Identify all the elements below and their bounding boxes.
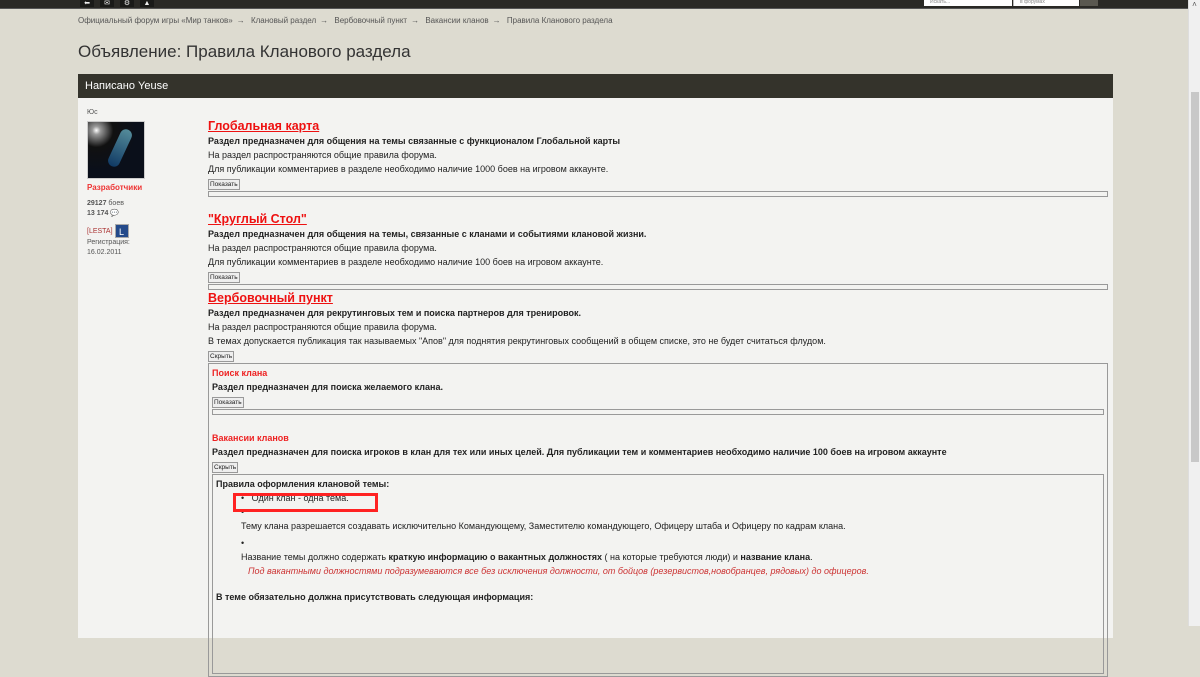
rule-text: ( на которые требуются люди) и (602, 552, 741, 562)
breadcrumb-link[interactable]: Вербовочный пункт (334, 16, 407, 25)
section-line: На раздел распространяются общие правила… (208, 150, 437, 160)
battles-count: 29127 (87, 200, 107, 207)
separator: → (411, 16, 420, 25)
separator: → (320, 16, 329, 25)
spoiler-show-button[interactable]: Показать (208, 272, 240, 283)
spoiler-show-button[interactable]: Показать (212, 397, 244, 408)
scroll-thumb[interactable] (1191, 92, 1199, 462)
rules-title: Правила оформления клановой темы: (216, 479, 390, 489)
clan-tag[interactable]: [LESTA] (87, 228, 113, 235)
mail-icon[interactable]: ✉ (100, 0, 114, 7)
subsection-desc: Раздел предназначен для поиска желаемого… (212, 382, 443, 392)
spoiler-hide-button[interactable]: Скрыть (208, 351, 235, 362)
rules-box: Правила оформления клановой темы: • Один… (212, 474, 1104, 674)
rule-item: • Название темы должно содержать краткую … (241, 538, 813, 562)
subsection-desc: Раздел предназначен для поиска игроков в… (212, 447, 947, 457)
scrollbar[interactable]: ˄ (1188, 0, 1200, 626)
avatar[interactable] (87, 121, 145, 179)
highlight-annotation (233, 493, 378, 512)
section-desc: Раздел предназначен для рекрутинговых те… (208, 308, 582, 318)
section-title[interactable]: "Круглый Стол" (208, 211, 1108, 227)
breadcrumb-current: Правила Кланового раздела (506, 16, 613, 25)
search-scope-select[interactable]: в форумах (1013, 0, 1079, 6)
section-line: На раздел распространяются общие правила… (208, 243, 437, 253)
back-icon[interactable]: ⬅ (80, 0, 94, 7)
section-line: В темах допускается публикация так назыв… (208, 336, 826, 346)
separator: → (236, 16, 245, 25)
section-title[interactable]: Глобальная карта (208, 118, 1108, 134)
post-content: Глобальная карта Раздел предназначен для… (208, 118, 1108, 677)
subsection-title: Вакансии кланов (212, 433, 289, 443)
posts-count: 13 174 (87, 210, 109, 217)
gear-icon[interactable]: ⚙ (120, 0, 134, 7)
user-icon[interactable]: ▲ (140, 0, 154, 7)
spoiler-box (208, 191, 1108, 197)
rule-note: Под вакантными должностями подразумевают… (248, 566, 869, 576)
section-desc: Раздел предназначен для общения на темы,… (208, 229, 647, 239)
comment-icon: 💬 (110, 210, 120, 217)
rule-text: . (810, 552, 813, 562)
top-bar: ⬅ ✉ ⚙ ▲ Искать... в форумах (0, 0, 1188, 9)
breadcrumb: Официальный форум игры «Мир танков» → Кла… (78, 16, 617, 25)
username[interactable]: Юс (87, 108, 197, 118)
scroll-up-icon[interactable]: ˄ (1189, 0, 1200, 9)
reg-label: Регистрация: (87, 239, 130, 246)
spoiler-hide-button[interactable]: Скрыть (212, 462, 239, 473)
section-desc: Раздел предназначен для общения на темы … (208, 136, 621, 146)
user-group: Разработчики (87, 183, 143, 192)
subsection-title: Поиск клана (212, 368, 268, 378)
required-info-title: В теме обязательно должна присутствовать… (216, 592, 534, 602)
section-line: Для публикации комментариев в разделе не… (208, 257, 604, 267)
rule-text: Тему клана разрешается создавать исключи… (241, 521, 846, 531)
battles-label: боев (108, 200, 124, 207)
section-line: На раздел распространяются общие правила… (208, 322, 437, 332)
search-input[interactable]: Искать... (924, 0, 1012, 6)
rule-bold: краткую информацию о вакантных должностя… (388, 552, 603, 562)
post-header: Написано Yeuse (78, 74, 1113, 98)
section-title[interactable]: Вербовочный пункт (208, 290, 1108, 306)
breadcrumb-link[interactable]: Вакансии кланов (425, 16, 488, 25)
post-body: Юс Разработчики 29127 боев 13 174 💬 [LES… (78, 98, 1113, 677)
separator: → (492, 16, 501, 25)
user-info: Юс Разработчики 29127 боев 13 174 💬 [LES… (87, 108, 197, 258)
spoiler-content: Поиск клана Раздел предназначен для поис… (208, 363, 1108, 677)
clan-badge[interactable]: L (114, 224, 129, 238)
rule-text: Название темы должно содержать (241, 552, 389, 562)
reg-date: 16.02.2011 (87, 249, 122, 256)
page-title: Объявление: Правила Кланового раздела (78, 42, 411, 61)
breadcrumb-link[interactable]: Клановый раздел (251, 16, 316, 25)
spoiler-show-button[interactable]: Показать (208, 179, 240, 190)
section-line: Для публикации комментариев в разделе не… (208, 164, 609, 174)
spoiler-box (212, 409, 1104, 415)
breadcrumb-link[interactable]: Официальный форум игры «Мир танков» (78, 16, 233, 25)
rule-bold: название клана (740, 552, 811, 562)
search-button[interactable] (1080, 0, 1098, 6)
